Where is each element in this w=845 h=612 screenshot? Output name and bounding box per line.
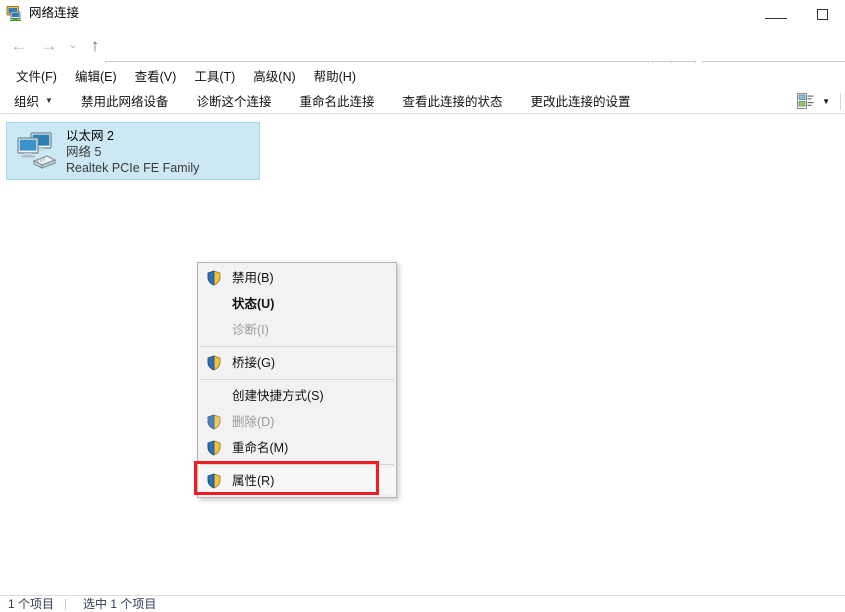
icon-placeholder: [206, 388, 222, 404]
up-arrow-icon[interactable]: ↑: [80, 28, 110, 62]
window-controls: [753, 0, 845, 28]
context-menu-item: 诊断(I): [198, 317, 396, 343]
context-menu-item[interactable]: 属性(R): [194, 461, 396, 495]
diagnose-connection-button[interactable]: 诊断这个连接: [182, 88, 285, 114]
network-connections-window: 网络连接 ← → ⌄ ↑ › 控制面板 ›: [0, 0, 845, 612]
context-menu-item[interactable]: 桥接(G): [198, 350, 396, 376]
back-arrow-icon[interactable]: ←: [4, 28, 34, 62]
ethernet-adapter-icon: [14, 130, 62, 174]
menu-bar: 文件(F) 编辑(E) 查看(V) 工具(T) 高级(N) 帮助(H): [0, 63, 845, 87]
context-menu-item-label: 状态(U): [232, 297, 275, 311]
menu-edit[interactable]: 编辑(E): [66, 64, 126, 87]
view-chevron-down-icon[interactable]: ▼: [814, 97, 840, 106]
context-menu-item-label: 删除(D): [232, 415, 275, 429]
view-options-icon[interactable]: [797, 93, 814, 109]
minimize-button[interactable]: [753, 0, 799, 28]
shield-icon: [206, 440, 222, 456]
context-menu-item: 删除(D): [198, 409, 396, 435]
icon-placeholder: [206, 296, 222, 312]
change-settings-button[interactable]: 更改此连接的设置: [517, 88, 645, 114]
adapter-network: 网络 5: [66, 145, 102, 159]
context-menu-item[interactable]: 状态(U): [198, 291, 396, 317]
title-bar: 网络连接: [0, 0, 845, 28]
status-selected-count: 选中 1 个项目: [83, 596, 157, 611]
context-menu-separator: [200, 379, 394, 380]
status-bar: 1 个项目 选中 1 个项目: [0, 595, 845, 612]
adapter-device: Realtek PCIe FE Family: [66, 161, 200, 175]
maximize-button[interactable]: [799, 0, 845, 28]
shield-icon: [206, 355, 222, 371]
menu-help[interactable]: 帮助(H): [305, 64, 365, 87]
status-divider: [65, 598, 67, 610]
shield-icon: [206, 414, 222, 430]
context-menu-item[interactable]: 禁用(B): [198, 265, 396, 291]
command-toolbar: 组织 ▼ 禁用此网络设备 诊断这个连接 重命名此连接 查看此连接的状态 更改此连…: [0, 88, 845, 114]
context-menu-separator: [200, 346, 394, 347]
address-bar: ← → ⌄ ↑ › 控制面板 › 网络和 Internet › 网络连接 ›: [0, 28, 845, 85]
context-menu-item[interactable]: 创建快捷方式(S): [198, 383, 396, 409]
context-menu-item-label: 禁用(B): [232, 271, 274, 285]
menu-tools[interactable]: 工具(T): [185, 64, 244, 87]
window-title: 网络连接: [29, 6, 80, 20]
context-menu-item-label: 诊断(I): [232, 323, 269, 337]
rename-connection-button[interactable]: 重命名此连接: [285, 88, 388, 114]
menu-view[interactable]: 查看(V): [126, 64, 186, 87]
toolbar-divider: [840, 92, 841, 110]
connections-list: 以太网 2 网络 5 Realtek PCIe FE Family 禁用(B) 状…: [0, 114, 845, 596]
context-menu-item[interactable]: 重命名(M): [198, 435, 396, 461]
menu-advanced[interactable]: 高级(N): [244, 64, 304, 87]
context-menu-item-label: 属性(R): [232, 474, 275, 488]
network-connections-icon: [6, 5, 23, 22]
chevron-down-icon: ▼: [45, 96, 53, 105]
context-menu-item-label: 桥接(G): [232, 356, 276, 370]
context-menu-item-label: 创建快捷方式(S): [232, 389, 324, 403]
organize-label: 组织: [14, 95, 40, 109]
forward-arrow-icon[interactable]: →: [34, 28, 64, 62]
adapter-name: 以太网 2: [66, 129, 114, 143]
list-item-ethernet-2[interactable]: 以太网 2 网络 5 Realtek PCIe FE Family: [6, 122, 260, 180]
view-status-button[interactable]: 查看此连接的状态: [388, 88, 516, 114]
toolbar-right-group: ▼: [797, 88, 845, 114]
shield-icon: [206, 473, 222, 489]
disable-device-button[interactable]: 禁用此网络设备: [67, 88, 183, 114]
icon-placeholder: [206, 322, 222, 338]
context-menu-separator: [200, 464, 394, 465]
context-menu-item-label: 重命名(M): [232, 441, 289, 455]
organize-button[interactable]: 组织 ▼: [0, 88, 67, 114]
status-item-count: 1 个项目: [8, 596, 55, 611]
context-menu: 禁用(B) 状态(U) 诊断(I) 桥接(G) 创建快捷方式(S) 删除(D) 重命名(M)…: [194, 262, 397, 498]
shield-icon: [206, 270, 222, 286]
adapter-text-block: 以太网 2 网络 5 Realtek PCIe FE Family: [66, 128, 199, 176]
menu-file[interactable]: 文件(F): [7, 64, 66, 87]
